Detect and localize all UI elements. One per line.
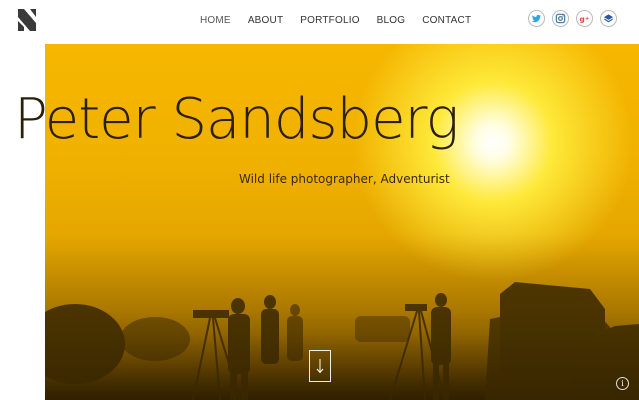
scroll-down-button[interactable] [309,350,331,382]
social-links: g + [528,10,617,27]
main-nav: HOME ABOUT PORTFOLIO BLOG CONTACT [200,0,488,40]
twitter-link[interactable] [528,10,545,27]
info-button[interactable]: i [616,377,629,390]
instagram-icon [555,13,566,24]
twitter-icon [531,14,542,23]
nav-home[interactable]: HOME [200,15,231,26]
hero-title: Peter Sandsberg [14,87,459,152]
nav-contact[interactable]: CONTACT [422,15,471,26]
nav-blog[interactable]: BLOG [377,15,406,26]
layers-link[interactable] [600,10,617,27]
nav-portfolio[interactable]: PORTFOLIO [300,15,359,26]
logo-icon[interactable] [18,9,36,31]
info-icon: i [621,378,624,388]
hero-subtitle: Wild life photographer, Adventurist [239,172,450,186]
google-plus-icon: g + [579,15,590,24]
site-header: HOME ABOUT PORTFOLIO BLOG CONTACT g + [0,0,639,44]
google-plus-link[interactable]: g + [576,10,593,27]
down-arrow-icon [316,359,324,374]
svg-text:+: + [585,16,590,22]
nav-about[interactable]: ABOUT [248,15,283,26]
instagram-link[interactable] [552,10,569,27]
layers-icon [603,14,614,23]
